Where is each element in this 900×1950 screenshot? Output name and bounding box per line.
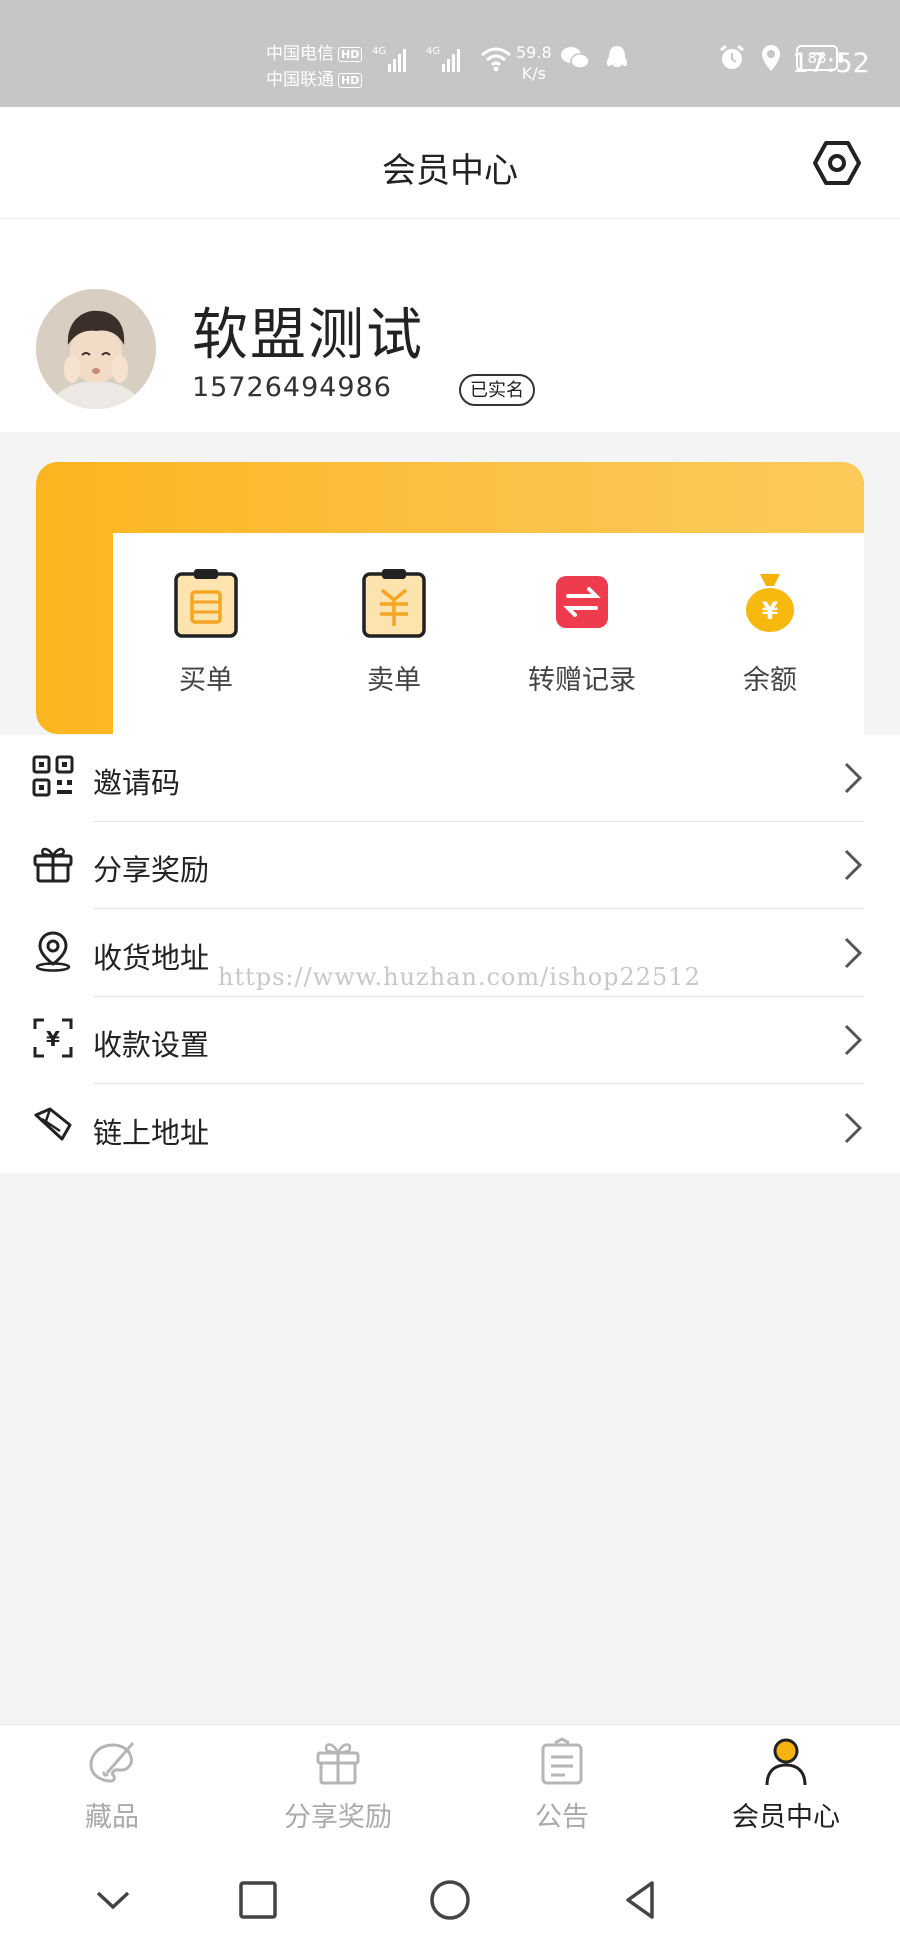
chevron-right-icon [844, 1112, 863, 1144]
money-bag-icon: ¥ [746, 574, 794, 632]
watermark-text: https://www.huzhan.com/ishop22512 [218, 963, 701, 991]
menu-item-label: 链上地址 [93, 1116, 210, 1150]
phone-number: 15726494986 [192, 372, 392, 403]
chain-address-icon [34, 1107, 72, 1141]
hd-badge: HD [338, 46, 363, 62]
location-pin-icon [35, 931, 71, 972]
wifi-icon [481, 47, 511, 72]
qr-code-icon [32, 755, 74, 797]
menu-item-label: 收款设置 [93, 1028, 210, 1062]
clock: 17:52 [792, 48, 870, 79]
menu-list: 邀请码 分享奖励 收货地址 ¥ 收款设置 链上地址 [0, 735, 900, 1173]
svg-text:¥: ¥ [762, 597, 779, 625]
svg-text:4G: 4G [372, 46, 386, 57]
bottom-tab-bar: 藏品 分享奖励 公告 会员中心 [0, 1724, 900, 1845]
menu-item-payment-settings[interactable]: ¥ 收款设置 [0, 997, 900, 1084]
divider [93, 1083, 864, 1084]
chevron-right-icon [844, 762, 863, 794]
buy-order-clipboard-icon [174, 569, 238, 638]
yuan-scan-icon: ¥ [33, 1018, 73, 1058]
sell-order-button[interactable]: 卖单 [324, 566, 464, 697]
qq-icon [606, 46, 628, 67]
alarm-icon [720, 44, 744, 69]
menu-item-share-rewards[interactable]: 分享奖励 [0, 822, 900, 909]
gift-icon [316, 1743, 360, 1785]
menu-item-label: 收货地址 [93, 941, 210, 975]
network-speed: 59.8 K/s [516, 42, 552, 84]
signal-icons: 4G 4G [372, 44, 512, 74]
tab-label: 会员中心 [732, 1802, 840, 1833]
wechat-icon [561, 47, 590, 69]
buy-order-label: 买单 [179, 665, 233, 696]
back-triangle-icon[interactable] [616, 1875, 666, 1925]
chevron-right-icon [844, 937, 863, 969]
collection-brush-icon [89, 1742, 135, 1783]
speed-unit: K/s [521, 64, 546, 83]
tab-member-center[interactable]: 会员中心 [696, 1737, 876, 1834]
signal-icon: 4G [372, 46, 406, 72]
carrier-2: 中国联通 [266, 70, 334, 90]
home-circle-icon[interactable] [425, 1875, 475, 1925]
carrier-1: 中国电信 [266, 44, 334, 64]
chevron-right-icon [844, 849, 863, 881]
menu-item-label: 邀请码 [93, 766, 181, 800]
recent-apps-square-icon[interactable] [233, 1875, 283, 1925]
menu-item-chain-address[interactable]: 链上地址 [0, 1085, 900, 1172]
tab-label: 分享奖励 [284, 1802, 392, 1833]
svg-text:4G: 4G [426, 46, 440, 57]
hd-badge: HD [338, 72, 363, 88]
tab-share-rewards[interactable]: 分享奖励 [248, 1737, 428, 1834]
system-navigation-bar [0, 1845, 900, 1950]
signal-icon: 4G [426, 46, 460, 72]
chevron-down-icon[interactable] [88, 1875, 138, 1925]
notice-board-icon [541, 1737, 583, 1785]
svg-text:¥: ¥ [46, 1027, 60, 1051]
chevron-right-icon [844, 1024, 863, 1056]
sell-order-label: 卖单 [367, 665, 421, 696]
username: 软盟测试 [192, 303, 424, 368]
tab-label: 公告 [535, 1802, 589, 1833]
transfer-record-button[interactable]: 转赠记录 [512, 566, 652, 697]
sell-order-clipboard-icon [362, 569, 426, 638]
divider [93, 908, 864, 909]
speed-value: 59.8 [516, 43, 552, 62]
status-bar: 中国电信 HD 中国联通 HD 4G 4G 59.8 K/s 88 17:52 [0, 0, 900, 107]
tab-notice[interactable]: 公告 [472, 1737, 652, 1834]
verified-badge: 已实名 [459, 374, 535, 406]
gift-icon [33, 847, 73, 883]
location-icon [762, 45, 780, 71]
member-person-icon [765, 1738, 807, 1786]
avatar[interactable] [36, 289, 156, 409]
tab-collection[interactable]: 藏品 [22, 1737, 202, 1834]
balance-label: 余额 [743, 665, 797, 696]
settings-hex-icon[interactable] [812, 138, 862, 188]
transfer-record-icon [556, 576, 608, 628]
carrier-info: 中国电信 HD 中国联通 HD [266, 41, 363, 93]
avatar-image [36, 289, 156, 409]
balance-button[interactable]: ¥ 余额 [700, 566, 840, 697]
page-title: 会员中心 [382, 151, 518, 191]
header-bar: 会员中心 [0, 107, 900, 219]
tab-label: 藏品 [85, 1802, 139, 1833]
menu-item-invite-code[interactable]: 邀请码 [0, 735, 900, 822]
buy-order-button[interactable]: 买单 [136, 566, 276, 697]
menu-item-label: 分享奖励 [93, 853, 210, 887]
transfer-record-label: 转赠记录 [528, 665, 636, 696]
